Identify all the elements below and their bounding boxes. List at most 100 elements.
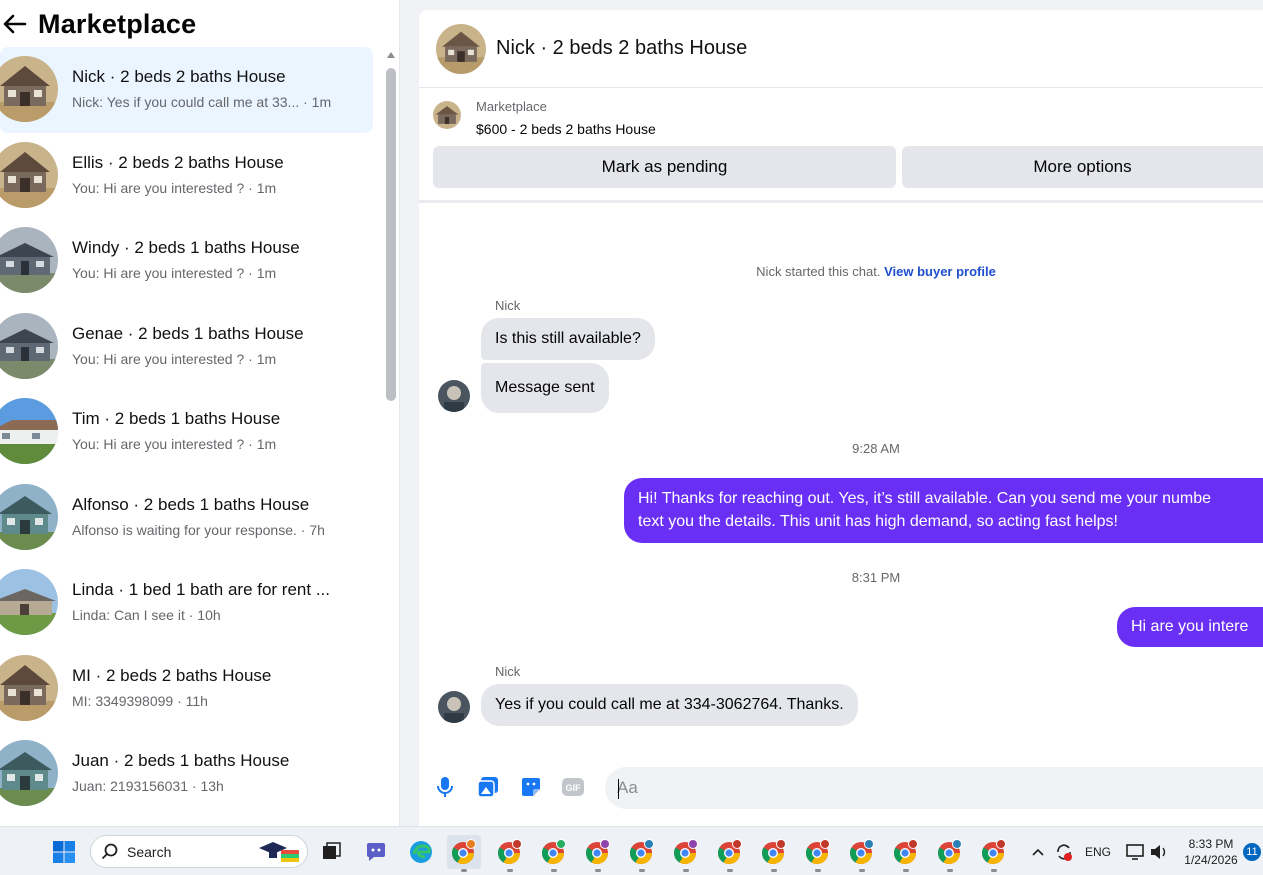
running-indicator xyxy=(815,869,821,872)
microphone-icon[interactable] xyxy=(433,775,457,799)
chrome-browser-icon[interactable] xyxy=(977,835,1011,872)
scroll-up-arrow-icon[interactable] xyxy=(387,52,395,58)
incoming-message[interactable]: Message sent xyxy=(481,363,609,413)
sidebar-title: Marketplace xyxy=(38,8,197,39)
conversation-item[interactable]: Alfonso · 2 beds 1 baths House Alfonso is… xyxy=(0,475,373,561)
running-indicator xyxy=(639,869,645,872)
sidebar-scrollbar[interactable] xyxy=(384,52,398,826)
conversation-item[interactable]: MI · 2 beds 2 baths House MI: 3349398099 … xyxy=(0,646,373,732)
sync-status-icon[interactable] xyxy=(1050,835,1078,869)
message-sender-name: Nick xyxy=(495,664,521,679)
conversation-item[interactable]: Nick · 2 beds 2 baths House Nick: Yes if … xyxy=(0,47,373,133)
conversation-item[interactable]: Windy · 2 beds 1 baths House You: Hi are … xyxy=(0,218,373,304)
windows-start-icon[interactable] xyxy=(47,835,81,869)
running-indicator xyxy=(903,869,909,872)
running-indicator xyxy=(551,869,557,872)
search-icon xyxy=(101,843,118,859)
listing-house-thumbnail-icon xyxy=(0,483,58,550)
conversation-title: Juan · 2 beds 1 baths House xyxy=(72,751,290,770)
listing-house-thumbnail-icon xyxy=(0,312,58,379)
running-indicator xyxy=(947,869,953,872)
conversation-item[interactable]: Juan · 2 beds 1 baths House Juan: 2193156… xyxy=(0,731,373,817)
chrome-browser-icon[interactable] xyxy=(757,835,791,872)
conversation-preview: Linda: Can I see it · 10h xyxy=(72,607,221,623)
outgoing-message[interactable]: Hi! Thanks for reaching out. Yes, it’s s… xyxy=(624,478,1263,543)
chrome-browser-icon[interactable] xyxy=(581,835,615,872)
task-view-icon[interactable] xyxy=(314,835,348,869)
outgoing-message-line: text you the details. This unit has high… xyxy=(638,513,1118,530)
view-buyer-profile-link[interactable]: View buyer profile xyxy=(884,264,996,279)
chrome-browser-icon[interactable] xyxy=(493,835,527,872)
sender-avatar-icon[interactable] xyxy=(438,691,470,723)
listing-house-thumbnail-icon xyxy=(0,141,58,208)
listing-house-thumbnail-icon xyxy=(0,398,58,464)
scroll-thumb[interactable] xyxy=(386,68,396,401)
message-sender-name: Nick xyxy=(495,298,521,313)
volume-speaker-icon[interactable] xyxy=(1146,835,1172,869)
conversation-item[interactable]: Tim · 2 beds 1 baths House You: Hi are yo… xyxy=(0,389,373,475)
conversation-title: Nick · 2 beds 2 baths House xyxy=(72,67,286,86)
running-indicator xyxy=(991,869,997,872)
listing-price-title[interactable]: $600 - 2 beds 2 baths House xyxy=(476,121,656,137)
chrome-browser-icon[interactable] xyxy=(933,835,967,872)
sticker-icon[interactable] xyxy=(519,775,543,799)
conversation-title: Windy · 2 beds 1 baths House xyxy=(72,238,300,257)
teams-chat-icon[interactable] xyxy=(359,835,393,869)
chrome-browser-icon[interactable] xyxy=(889,835,923,872)
conversation-item[interactable]: Ellis · 2 beds 2 baths House You: Hi are … xyxy=(0,133,373,219)
conversation-title: MI · 2 beds 2 baths House xyxy=(72,665,272,685)
running-indicator xyxy=(461,869,467,872)
chrome-browser-icon[interactable] xyxy=(801,835,835,872)
running-indicator xyxy=(727,869,733,872)
show-hidden-icons-chevron-icon[interactable] xyxy=(1025,835,1051,869)
conversation-item[interactable]: Linda · 1 bed 1 bath are for rent ... Lin… xyxy=(0,560,373,646)
conversation-item[interactable]: Genae · 2 beds 1 baths House You: Hi are … xyxy=(0,304,373,390)
sidebar-header: Marketplace xyxy=(0,0,400,48)
chat-title: Nick · 2 beds 2 baths House xyxy=(496,37,748,59)
message-input[interactable] xyxy=(605,767,1263,809)
chrome-browser-icon[interactable] xyxy=(537,835,571,872)
conversation-list: Nick · 2 beds 2 baths House Nick: Yes if … xyxy=(0,47,380,826)
chrome-browser-icon[interactable] xyxy=(669,835,703,872)
edge-browser-icon[interactable] xyxy=(404,835,438,869)
input-language-indicator[interactable]: ENG xyxy=(1085,845,1111,859)
listing-thumbnail-icon[interactable] xyxy=(433,101,461,129)
listing-house-thumbnail-icon xyxy=(0,740,58,806)
svg-text:GIF: GIF xyxy=(566,783,582,793)
chat-avatar-house-icon[interactable] xyxy=(436,23,486,74)
gif-icon[interactable]: GIF xyxy=(561,775,585,799)
chrome-browser-icon[interactable] xyxy=(713,835,747,872)
taskbar-search-box[interactable]: Search xyxy=(90,835,308,868)
photo-gallery-icon[interactable] xyxy=(476,775,500,799)
running-indicator xyxy=(683,869,689,872)
conversation-title: Genae · 2 beds 1 baths House xyxy=(72,323,304,343)
conversation-preview: You: Hi are you interested ? · 1m xyxy=(72,179,277,196)
chrome-browser-icon[interactable] xyxy=(845,835,879,872)
chrome-browser-icon[interactable] xyxy=(447,835,481,872)
taskbar-search-label: Search xyxy=(127,843,172,860)
sender-avatar-icon[interactable] xyxy=(438,380,470,412)
incoming-message[interactable]: Is this still available? xyxy=(481,318,655,360)
message-timestamp: 8:31 PM xyxy=(851,570,901,585)
taskbar-clock-time[interactable]: 8:33 PM xyxy=(1178,837,1244,851)
taskbar-clock-date[interactable]: 1/24/2026 xyxy=(1178,853,1244,867)
conversation-title: Tim · 2 beds 1 baths House xyxy=(72,409,281,428)
incoming-message[interactable]: Yes if you could call me at 334-3062764.… xyxy=(481,684,858,726)
network-icon[interactable] xyxy=(1122,835,1148,869)
outgoing-message[interactable]: Hi are you intere xyxy=(1117,607,1263,647)
back-arrow-icon[interactable] xyxy=(0,9,30,39)
conversation-title: Linda · 1 bed 1 bath are for rent ... xyxy=(72,580,330,599)
running-indicator xyxy=(859,869,865,872)
message-timestamp: 9:28 AM xyxy=(852,441,900,456)
listing-banner: Marketplace $600 - 2 beds 2 baths House … xyxy=(419,88,1263,203)
message-composer: GIF xyxy=(419,758,1263,818)
listing-house-thumbnail-icon xyxy=(0,654,58,721)
more-options-button[interactable]: More options xyxy=(902,146,1263,188)
chrome-browser-icon[interactable] xyxy=(625,835,659,872)
notification-count-badge[interactable]: 11 xyxy=(1243,843,1261,861)
conversation-preview: Alfonso is waiting for your response. · … xyxy=(72,521,325,538)
conversation-preview: Nick: Yes if you could call me at 33... … xyxy=(72,94,332,110)
listing-house-thumbnail-icon xyxy=(0,56,58,122)
outgoing-message-line: Hi! Thanks for reaching out. Yes, it’s s… xyxy=(638,490,1212,507)
mark-as-pending-button[interactable]: Mark as pending xyxy=(433,146,896,188)
